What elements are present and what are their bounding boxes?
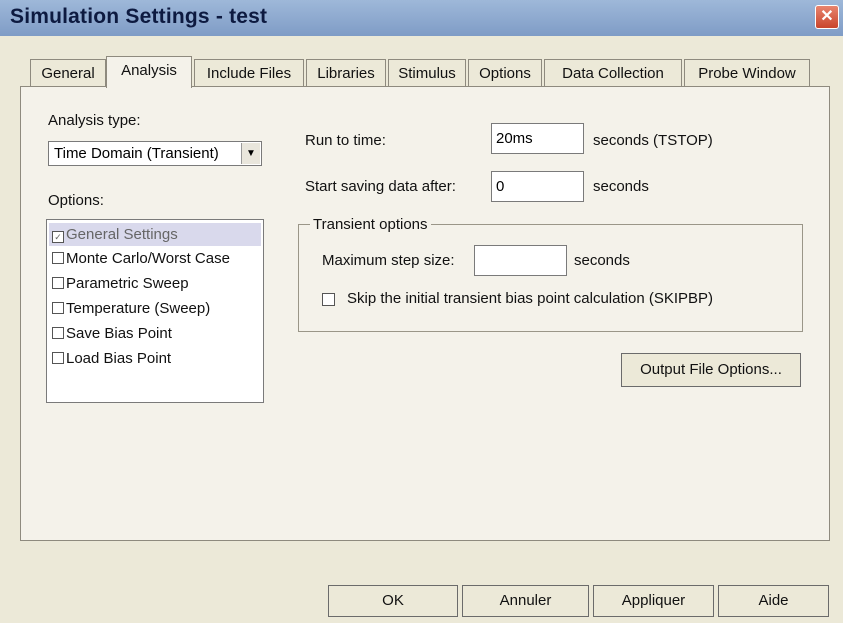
close-icon[interactable]: ✕ [815, 5, 839, 29]
transient-options-title: Transient options [310, 216, 431, 233]
tab-general[interactable]: General [30, 59, 106, 87]
tab-stimulus[interactable]: Stimulus [388, 59, 466, 87]
run-to-time-unit: seconds (TSTOP) [593, 132, 713, 149]
max-step-label: Maximum step size: [322, 252, 455, 269]
analysis-type-select[interactable]: Time Domain (Transient) ▼ [48, 141, 262, 166]
max-step-input[interactable] [474, 245, 567, 276]
max-step-unit: seconds [574, 252, 630, 269]
tab-probe-window[interactable]: Probe Window [684, 59, 810, 87]
checkbox-icon[interactable] [52, 302, 64, 314]
skip-bias-checkbox[interactable] [322, 293, 335, 306]
start-saving-label: Start saving data after: [305, 178, 456, 195]
window-title: Simulation Settings - test [10, 5, 268, 28]
option-save-bias-point[interactable]: Save Bias Point [49, 322, 172, 345]
tab-data-collection[interactable]: Data Collection [544, 59, 682, 87]
tab-analysis[interactable]: Analysis [106, 56, 192, 88]
option-load-bias-point[interactable]: Load Bias Point [49, 347, 171, 370]
cancel-button[interactable]: Annuler [462, 585, 589, 617]
tab-libraries[interactable]: Libraries [306, 59, 386, 87]
chevron-down-icon[interactable]: ▼ [241, 143, 260, 164]
checkbox-icon[interactable] [52, 352, 64, 364]
options-list[interactable]: ✓ General Settings Monte Carlo/Worst Case… [46, 219, 264, 403]
option-temperature-sweep[interactable]: Temperature (Sweep) [49, 297, 210, 320]
apply-button[interactable]: Appliquer [593, 585, 714, 617]
option-monte-carlo[interactable]: Monte Carlo/Worst Case [49, 247, 230, 270]
tab-options[interactable]: Options [468, 59, 542, 87]
checkbox-checked-icon[interactable]: ✓ [52, 231, 64, 243]
tab-include-files[interactable]: Include Files [194, 59, 304, 87]
option-parametric-sweep[interactable]: Parametric Sweep [49, 272, 189, 295]
checkbox-icon[interactable] [52, 277, 64, 289]
output-file-options-button[interactable]: Output File Options... [621, 353, 801, 387]
option-general-settings[interactable]: ✓ General Settings [49, 223, 261, 246]
help-button[interactable]: Aide [718, 585, 829, 617]
options-label: Options: [48, 192, 104, 209]
run-to-time-input[interactable]: 20ms [491, 123, 584, 154]
start-saving-input[interactable]: 0 [491, 171, 584, 202]
analysis-type-value: Time Domain (Transient) [54, 145, 219, 162]
skip-bias-label: Skip the initial transient bias point ca… [347, 290, 714, 307]
transient-options-group [298, 224, 803, 332]
run-to-time-label: Run to time: [305, 132, 386, 149]
start-saving-unit: seconds [593, 178, 649, 195]
checkbox-icon[interactable] [52, 327, 64, 339]
title-bar[interactable]: Simulation Settings - test ✕ [0, 0, 843, 36]
analysis-type-label: Analysis type: [48, 112, 141, 129]
checkbox-icon[interactable] [52, 252, 64, 264]
simulation-settings-dialog: Simulation Settings - test ✕ General Ana… [0, 0, 843, 623]
ok-button[interactable]: OK [328, 585, 458, 617]
